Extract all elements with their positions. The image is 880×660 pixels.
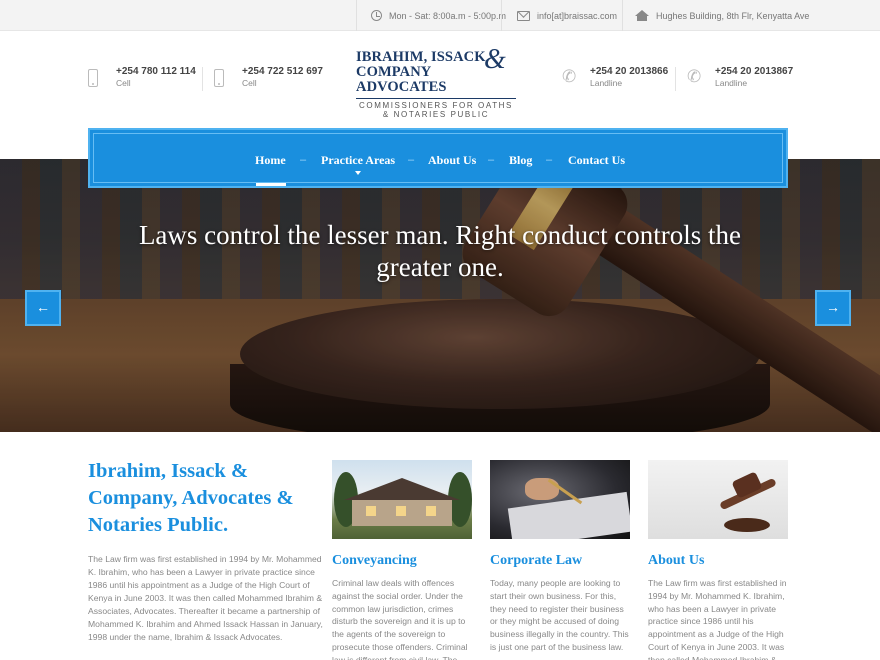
contact-divider [202,67,203,91]
intro-heading: Ibrahim, Issack & Company, Advocates & N… [88,460,294,536]
nav-item-about-us[interactable]: About Us [428,153,476,168]
hero-quote: Laws control the lesser man. Right condu… [138,220,742,282]
phone-number[interactable]: +254 780 112 114 [116,66,196,78]
nav-separator: – [546,154,553,166]
slider-prev-button[interactable]: ← [25,290,61,326]
card-title[interactable]: About Us [648,553,788,569]
signing-document-image[interactable] [490,460,630,539]
chevron-down-icon[interactable] [355,171,361,175]
phone-label: Cell [116,78,131,88]
telephone-icon: ✆ [687,67,702,86]
contact-landline-1: ✆ +254 20 2013866 Landline [562,66,668,89]
topbar-divider [356,0,357,31]
site-logo[interactable]: IBRAHIM, ISSACK & COMPANY ADVOCATES COMM… [356,46,524,119]
paper-shape [507,491,630,539]
telephone-icon: ✆ [562,67,577,86]
house-image[interactable] [332,460,472,539]
email-text[interactable]: info[at]braissac.com [537,11,617,21]
phone-label: Cell [242,78,257,88]
hero-slider: Laws control the lesser man. Right condu… [0,159,880,432]
card-text: The Law firm was first established in 19… [648,578,787,660]
nav-separator: – [408,154,415,166]
contact-divider [675,67,676,91]
nav-separator: – [488,154,495,166]
card-conveyancing: Conveyancing Criminal law deals with off… [332,460,472,660]
arrow-left-icon: ← [36,299,50,315]
email-link[interactable]: info[at]braissac.com [517,0,617,31]
nav-item-practice-areas[interactable]: Practice Areas [321,153,395,168]
address: Hughes Building, 8th Flr, Kenyatta Ave [635,0,809,31]
office-hours: Mon - Sat: 8:00a.m - 5:00p.m [371,0,506,31]
mobile-phone-icon [88,69,98,87]
phone-number[interactable]: +254 722 512 697 [242,66,323,78]
card-text: Criminal law deals with offences against… [332,578,468,660]
card-title[interactable]: Conveyancing [332,553,472,569]
logo-ampersand: & [484,44,506,75]
active-nav-indicator [256,183,286,186]
card-text: Today, many people are looking to start … [490,578,629,652]
gavel-base [724,518,770,532]
home-icon [635,9,649,21]
envelope-icon [517,10,530,21]
nav-separator: – [300,154,307,166]
address-text: Hughes Building, 8th Flr, Kenyatta Ave [656,10,810,21]
intro-section: Ibrahim, Issack & Company, Advocates & N… [88,458,328,644]
slider-next-button[interactable]: → [815,290,851,326]
card-corporate-law: Corporate Law Today, many people are loo… [490,460,630,654]
intro-text: The Law firm was first established in 19… [88,554,323,642]
logo-line-3: COMMISSIONERS FOR OATHS [359,101,513,110]
clock-icon [371,10,382,21]
topbar-divider [501,0,502,31]
phone-number[interactable]: +254 20 2013866 [590,66,668,78]
house-window [426,506,436,516]
card-about-us: About Us The Law firm was first establis… [648,460,788,660]
house-window [396,506,406,516]
contact-cell-1: +254 780 112 114 Cell [88,66,196,89]
contact-cell-2: +254 722 512 697 Cell [214,66,323,89]
logo-line-4: & NOTARIES PUBLIC [382,110,490,119]
topbar-divider [622,0,623,31]
office-hours-text: Mon - Sat: 8:00a.m - 5:00p.m [389,10,507,21]
top-info-bar: Mon - Sat: 8:00a.m - 5:00p.m info[at]bra… [0,0,880,31]
house-window [366,506,376,516]
contact-landline-2: ✆ +254 20 2013867 Landline [687,66,793,89]
house-roof [344,478,460,500]
main-navigation: Home – Practice Areas – About Us – Blog … [88,128,788,188]
mobile-phone-icon [214,69,224,87]
nav-item-blog[interactable]: Blog [509,153,532,168]
card-title[interactable]: Corporate Law [490,553,630,569]
phone-number[interactable]: +254 20 2013867 [715,66,793,78]
logo-rule [356,98,516,99]
hero-overlay [0,159,880,432]
nav-item-home[interactable]: Home [255,153,286,168]
gavel-image[interactable] [648,460,788,539]
phone-label: Landline [715,78,748,88]
arrow-right-icon: → [826,299,840,315]
phone-label: Landline [590,78,623,88]
nav-item-contact-us[interactable]: Contact Us [568,153,625,168]
